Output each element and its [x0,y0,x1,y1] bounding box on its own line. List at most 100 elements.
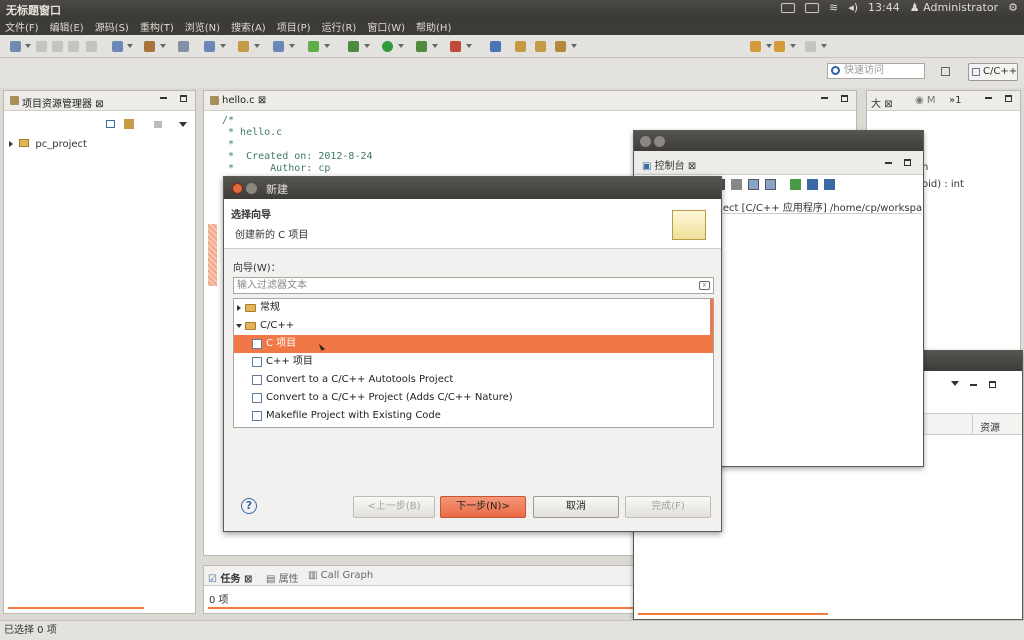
clock[interactable]: 13:44 [868,1,900,14]
debug-icon[interactable] [348,41,359,52]
back-button[interactable]: <上一步(B) [353,496,435,518]
tree-item-general[interactable]: 常规 [234,299,713,317]
build-all-icon[interactable] [178,41,189,52]
new-folder-icon[interactable] [238,41,249,52]
back-dropdown-icon[interactable] [790,44,796,48]
menu-run[interactable]: 运行(R) [322,19,357,34]
maximize-icon[interactable] [904,159,911,166]
open-perspective-button[interactable] [935,63,957,81]
new-folder-dropdown-icon[interactable] [254,44,260,48]
menu-source[interactable]: 源码(S) [95,19,129,34]
code-area[interactable]: /* * hello.c * * Created on: 2012-8-24 *… [222,115,373,175]
copy-icon[interactable] [86,41,97,52]
open-console-icon[interactable] [824,179,835,190]
collapse-arrow-icon[interactable] [236,324,242,328]
external-tools-icon[interactable] [450,41,461,52]
run-dropdown-icon[interactable] [398,44,404,48]
gear-icon[interactable]: ⚙ [1008,1,1018,14]
refresh-dropdown-icon[interactable] [324,44,330,48]
new-file-dropdown-icon[interactable] [289,44,295,48]
profile-icon[interactable] [416,41,427,52]
new-dropdown-icon[interactable] [25,44,31,48]
column-header[interactable]: 资源 [980,419,1000,434]
maximize-icon[interactable] [989,381,996,388]
collapse-all-icon[interactable] [106,120,115,128]
console-tab[interactable]: ▣ 控制台 ⊠ [642,157,696,172]
run-icon[interactable] [382,41,393,52]
tasks-tab[interactable]: ☑ 任务 ⊠ [208,570,252,585]
window-close-icon[interactable] [640,136,651,147]
volume-icon[interactable]: ◂) [848,1,858,14]
view-menu-icon[interactable] [951,381,959,386]
minimize-icon[interactable] [160,95,167,99]
new-class-dropdown-icon[interactable] [220,44,226,48]
menu-edit[interactable]: 编辑(E) [50,19,84,34]
tree-scrollbar[interactable] [710,299,713,353]
expand-arrow-icon[interactable] [9,141,13,147]
open-resource-icon[interactable] [535,41,546,52]
menu-help[interactable]: 帮助(H) [416,19,451,34]
wifi-icon[interactable]: ≋ [829,1,838,14]
back-nav-dropdown-icon[interactable] [766,44,772,48]
scroll-lock-icon[interactable] [748,179,759,190]
new-icon[interactable] [10,41,21,52]
back-icon[interactable] [774,41,785,52]
menu-window[interactable]: 窗口(W) [367,19,405,34]
properties-tab[interactable]: ▤ 属性 [266,570,299,585]
close-icon[interactable]: ⊠ [688,161,696,172]
keyboard-icon[interactable] [781,3,795,13]
next-button[interactable]: 下一步(N)> [440,496,526,518]
remove-launch-icon[interactable] [731,179,742,190]
user-menu[interactable]: ♟ Administrator [910,1,998,14]
make-target-tab[interactable]: ◉ M [915,95,936,106]
clear-filter-icon[interactable]: x [699,281,710,290]
call-graph-tab[interactable]: ▥ Call Graph [308,570,373,581]
perspective-cpp-button[interactable]: C/C++ [968,63,1018,81]
window-minimize-icon[interactable] [654,136,665,147]
refresh-icon[interactable] [308,41,319,52]
close-icon[interactable]: ⊠ [884,99,892,110]
link-editor-icon[interactable] [124,119,134,129]
tree-item-convert-nature[interactable]: Convert to a C/C++ Project (Adds C/C++ N… [234,389,713,407]
pencil-dropdown-icon[interactable] [571,44,577,48]
external-tools-dropdown-icon[interactable] [466,44,472,48]
debug-dropdown-icon[interactable] [364,44,370,48]
tree-item-cpp-project[interactable]: C++ 项目 [234,353,713,371]
dialog-close-icon[interactable] [232,183,243,194]
tree-item-convert-autotools[interactable]: Convert to a C/C++ Autotools Project [234,371,713,389]
save-all-icon[interactable] [52,41,63,52]
new-class-icon[interactable] [204,41,215,52]
outline-tab[interactable]: 大 ⊠ [871,95,893,110]
open-type-icon[interactable] [515,41,526,52]
tree-item-cpp[interactable]: C/C++ [234,317,713,335]
search-tool-icon[interactable] [490,41,501,52]
print-icon[interactable] [68,41,79,52]
hammer-icon[interactable] [144,41,155,52]
help-button[interactable]: ? [241,498,257,514]
minimize-icon[interactable] [885,160,892,164]
maximize-icon[interactable] [841,95,848,102]
maximize-icon[interactable] [180,95,187,102]
minimize-icon[interactable] [821,95,828,99]
wizard-tree[interactable]: 常规 C/C++ C 项目 C++ 项目 Convert to a C/C++ … [233,298,714,428]
tree-item-makefile[interactable]: Makefile Project with Existing Code [234,407,713,425]
new-file-icon[interactable] [273,41,284,52]
close-icon[interactable]: ⊠ [244,574,252,585]
display-console-icon[interactable] [807,179,818,190]
pencil-icon[interactable] [555,41,566,52]
minimize-icon[interactable] [985,95,992,99]
expand-arrow-icon[interactable] [237,305,241,311]
project-tree-item[interactable]: pc_project [9,139,87,150]
more-views-tab[interactable]: »1 [949,95,961,106]
filter-icon[interactable] [154,121,162,128]
build-config-dropdown-icon[interactable] [127,44,133,48]
menu-project[interactable]: 项目(P) [277,19,311,34]
word-wrap-icon[interactable] [765,179,776,190]
menu-navigate[interactable]: 浏览(N) [185,19,220,34]
menu-refactor[interactable]: 重构(T) [140,19,174,34]
menu-search[interactable]: 搜索(A) [231,19,266,34]
project-explorer-tab[interactable]: 项目资源管理器 ⊠ [10,95,104,110]
editor-tab-hello-c[interactable]: hello.c ⊠ [210,95,266,106]
maximize-icon[interactable] [1005,95,1012,102]
cancel-button[interactable]: 取消 [533,496,619,518]
